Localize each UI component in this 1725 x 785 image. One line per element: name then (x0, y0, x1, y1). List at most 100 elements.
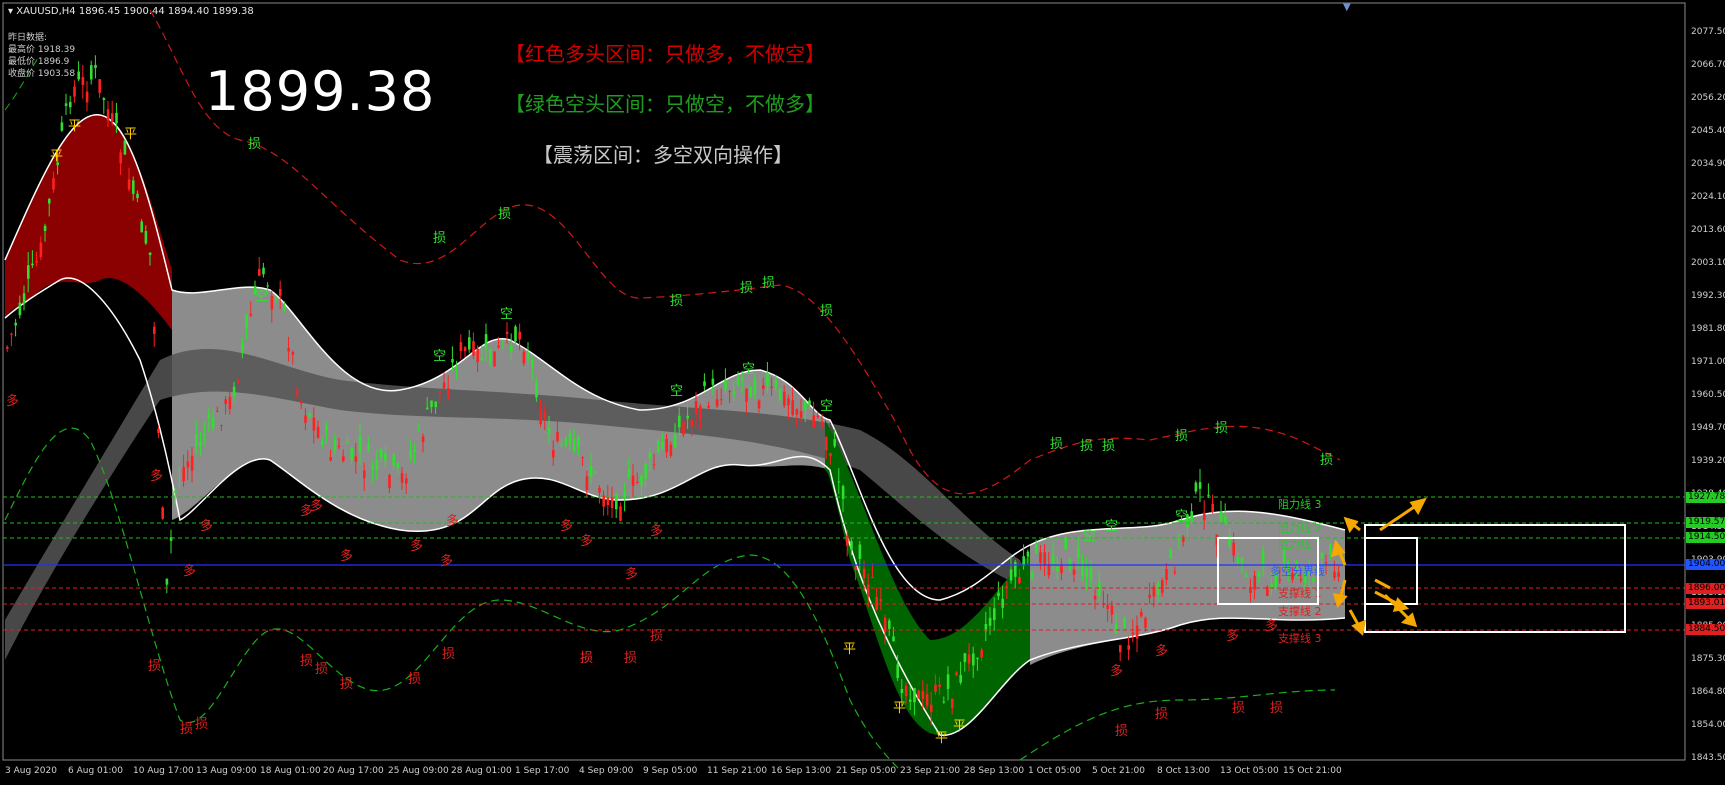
candle-body (153, 326, 156, 334)
candle-body (1035, 544, 1038, 554)
signal-marker-stop: 损 (820, 304, 833, 319)
candle-body (211, 418, 215, 429)
price-axis-label: 2013.60 (1691, 225, 1725, 235)
candle-body (564, 438, 568, 447)
candle-body (568, 433, 572, 444)
candle-body (350, 447, 353, 460)
candle-body (308, 413, 311, 417)
candle-body (686, 415, 689, 419)
candle-body (904, 685, 908, 697)
time-axis-label: 25 Aug 09:00 (388, 766, 449, 776)
legend-red-zone: 【红色多头区间：只做多，不做空】 (505, 42, 825, 66)
support3-label: 支撑线 3 (1278, 631, 1322, 645)
candle-body (1047, 565, 1051, 576)
candle-body (636, 481, 639, 483)
candle-body (913, 688, 916, 703)
candle-body (1144, 618, 1147, 628)
candle-body (489, 348, 492, 364)
candle-body (783, 391, 786, 406)
candle-body (888, 620, 891, 629)
candle-body (505, 331, 509, 334)
candle-body (1182, 536, 1185, 542)
candle-body (535, 382, 538, 398)
price-axis-label: 2045.40 (1691, 126, 1725, 136)
candle-body (749, 387, 752, 398)
candle-body (673, 434, 677, 448)
signal-marker-flat: 平 (50, 149, 63, 164)
signal-marker-short: 空 (1083, 529, 1096, 544)
candle-body (694, 401, 698, 415)
candle-body (514, 326, 517, 342)
candle-body (703, 381, 706, 387)
candle-body (745, 388, 748, 402)
candle-body (174, 490, 177, 493)
candle-body (955, 672, 958, 676)
candle-body (14, 322, 17, 326)
candle-body (421, 436, 425, 443)
candle-body (258, 268, 261, 276)
candle-body (77, 71, 80, 80)
signal-marker-stop: 损 (1115, 724, 1128, 739)
signal-marker-stop: 损 (442, 647, 455, 662)
chart-shift-icon[interactable]: ▼ (1343, 2, 1351, 13)
candle-body (581, 457, 584, 459)
candle-body (106, 109, 110, 121)
candle-body (573, 439, 576, 452)
signal-marker-stop: 损 (1270, 701, 1283, 716)
candle-body (43, 225, 47, 231)
dropdown-icon[interactable]: ▾ (8, 6, 13, 17)
candle-body (862, 568, 866, 579)
candle-body (392, 454, 395, 466)
candle-body (220, 425, 223, 427)
signal-marker-stop: 损 (670, 294, 683, 309)
price-tag: 1884.50 (1686, 624, 1725, 635)
time-axis-label: 1 Oct 05:00 (1028, 766, 1081, 776)
candle-body (778, 388, 782, 400)
candle-body (1064, 537, 1067, 549)
candle-body (157, 428, 160, 434)
candle-body (661, 442, 664, 450)
candle-body (753, 380, 757, 395)
candle-body (1282, 550, 1286, 564)
candle-body (925, 694, 929, 706)
candle-body (1329, 544, 1332, 555)
candle-body (291, 352, 295, 355)
candle-body (69, 101, 72, 108)
price-axis-label: 1992.30 (1691, 291, 1725, 301)
price-tag: 1893.01 (1686, 598, 1725, 609)
candle-body (678, 415, 681, 428)
candle-body (543, 412, 547, 419)
signal-marker-short: 空 (1105, 519, 1118, 534)
price-axis-label: 2003.10 (1691, 258, 1725, 268)
candle-body (640, 475, 643, 486)
candle-body (1207, 494, 1210, 496)
candle-body (967, 654, 971, 664)
prev-day-title: 昨日数据: (8, 33, 48, 43)
candle-body (997, 592, 1000, 597)
price-axis-label: 1971.00 (1691, 357, 1725, 367)
candle-body (451, 359, 454, 363)
candle-body (1110, 605, 1114, 615)
candle-body (728, 391, 731, 393)
candle-body (27, 265, 30, 279)
price-axis-label: 1843.50 (1691, 753, 1725, 763)
support1-label: 支撑线 1 (1278, 586, 1322, 600)
candle-body (266, 285, 269, 287)
time-axis-label: 10 Aug 17:00 (133, 766, 194, 776)
candle-body (199, 441, 202, 446)
time-axis-label: 18 Aug 01:00 (260, 766, 321, 776)
candle-body (930, 704, 933, 712)
candle-body (1278, 579, 1282, 581)
candle-body (165, 578, 169, 585)
candle-body (493, 351, 496, 367)
candle-body (262, 267, 265, 275)
signal-marker-short: 空 (500, 307, 513, 322)
candle-body (442, 382, 446, 389)
signal-marker-stop: 损 (433, 231, 446, 246)
candle-body (245, 314, 248, 329)
candle-body (270, 295, 274, 310)
candle-body (976, 657, 979, 659)
price-tag: 1914.50 (1686, 532, 1725, 543)
candle-body (589, 465, 593, 477)
candle-body (300, 401, 303, 404)
